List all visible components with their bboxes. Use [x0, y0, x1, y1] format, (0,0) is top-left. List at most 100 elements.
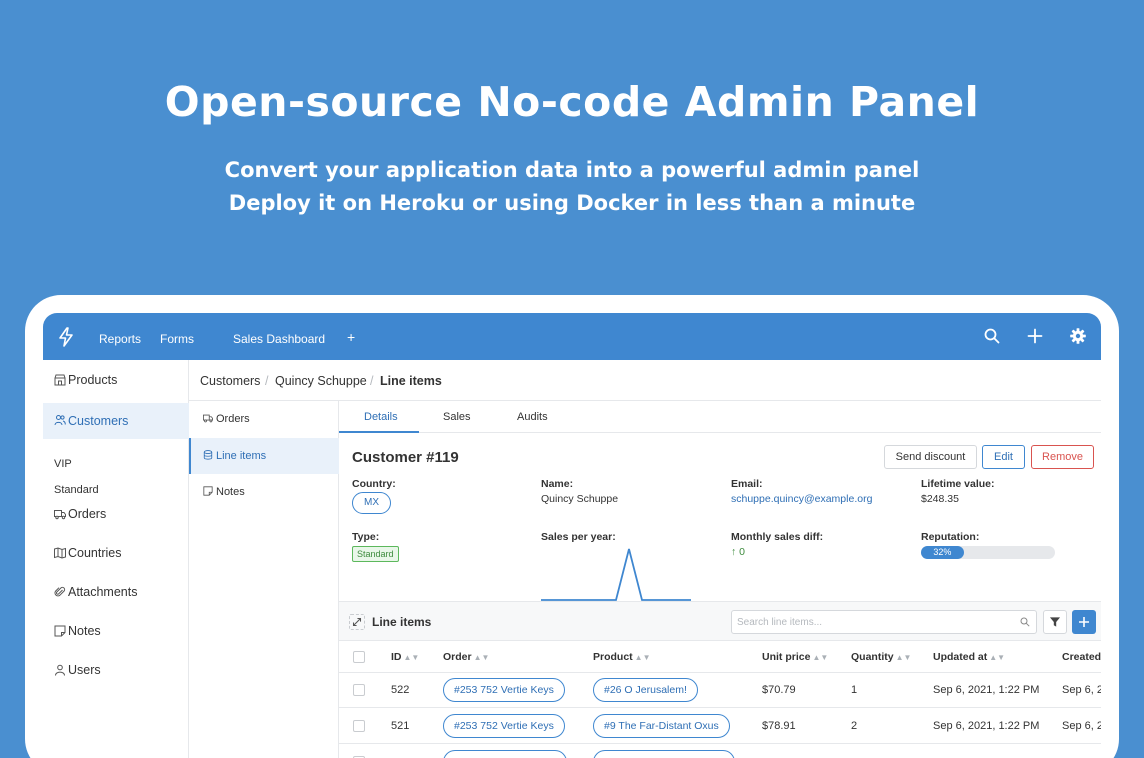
column-header-updated-at[interactable]: Updated at ▲▼ [933, 651, 1005, 663]
breadcrumb-current: Line items [380, 374, 442, 388]
product-link-pill[interactable]: #9 The Far-Distant Oxus [593, 714, 730, 738]
subnav-item-notes[interactable]: Notes [189, 474, 339, 510]
email-label: Email: [731, 478, 763, 490]
sidebar-subitem-standard[interactable]: Standard [54, 484, 99, 496]
customer-subnav: Orders Line items Notes [189, 401, 339, 758]
sales-per-year-label: Sales per year: [541, 531, 616, 543]
order-link-pill[interactable]: #253 752 Vertie Keys [443, 714, 565, 738]
reputation-label: Reputation: [921, 531, 980, 543]
reputation-progress: 32% [921, 546, 1055, 559]
send-discount-button[interactable]: Send discount [884, 445, 977, 469]
subnav-item-label: Orders [216, 413, 250, 425]
email-link[interactable]: schuppe.quincy@example.org [731, 493, 872, 505]
subnav-item-label: Line items [216, 450, 267, 462]
cell-id: 521 [391, 720, 410, 732]
nav-sales-dashboard[interactable]: Sales Dashboard [233, 332, 325, 346]
tab-details[interactable]: Details [364, 411, 398, 423]
note-icon [54, 625, 66, 637]
truck-icon [203, 414, 213, 423]
sidebar-item-orders[interactable]: Orders [43, 498, 189, 530]
monthly-sales-diff-value: ↑ 0 [731, 546, 746, 558]
column-header-product[interactable]: Product ▲▼ [593, 651, 651, 663]
table-row[interactable]: 522 #253 752 Vertie Keys #26 O Jerusalem… [339, 672, 1101, 708]
sidebar-item-customers[interactable]: Customers [43, 403, 189, 439]
note-icon [203, 486, 213, 496]
line-items-search [731, 610, 1037, 634]
breadcrumb-customers[interactable]: Customers [200, 374, 260, 388]
plus-icon[interactable] [1026, 327, 1044, 345]
table-row[interactable]: 521 #253 752 Vertie Keys #9 The Far-Dist… [339, 708, 1101, 744]
subnav-item-line-items[interactable]: Line items [189, 438, 339, 474]
monthly-sales-diff-label: Monthly sales diff: [731, 531, 824, 543]
row-checkbox[interactable] [353, 720, 365, 732]
line-items-toolbar: Line items [339, 601, 1101, 641]
store-icon [54, 374, 66, 386]
filter-button[interactable] [1043, 610, 1067, 634]
line-items-table: ID ▲▼ Order ▲▼ Product ▲▼ Unit price ▲▼ Quan… [339, 641, 1101, 758]
edit-button[interactable]: Edit [982, 445, 1025, 469]
cell-quantity: 1 [851, 684, 858, 696]
sidebar-item-attachments[interactable]: Attachments [43, 576, 189, 608]
cell-unit-price: $78.91 [762, 720, 796, 732]
column-header-id[interactable]: ID ▲▼ [391, 651, 419, 663]
tab-audits[interactable]: Audits [517, 411, 548, 423]
sidebar-item-label: Countries [68, 546, 122, 560]
add-line-item-button[interactable] [1072, 610, 1096, 634]
cell-created: Sep 6, 2 [1062, 684, 1101, 696]
add-dashboard-button[interactable]: + [347, 329, 355, 345]
nav-reports[interactable]: Reports [99, 332, 141, 346]
expand-icon[interactable] [349, 614, 365, 630]
hero-subtitle-line-2: Deploy it on Heroku or using Docker in l… [228, 191, 916, 215]
table-row-partial[interactable] [339, 744, 1101, 758]
product-link-pill[interactable]: #26 O Jerusalem! [593, 678, 698, 702]
map-icon [54, 547, 66, 559]
customer-title: Customer #119 [352, 449, 459, 466]
lifetime-value-label: Lifetime value: [921, 478, 995, 490]
search-input[interactable] [737, 614, 1007, 630]
column-header-created[interactable]: Created [1062, 651, 1101, 663]
sidebar-item-label: Notes [68, 624, 101, 638]
column-header-order[interactable]: Order ▲▼ [443, 651, 489, 663]
order-link-pill-cut-off[interactable] [443, 750, 567, 758]
nav-forms[interactable]: Forms [160, 332, 194, 346]
gear-icon[interactable] [1069, 327, 1087, 345]
search-icon[interactable] [983, 327, 1001, 345]
breadcrumb-customer-name[interactable]: Quincy Schuppe [275, 374, 367, 388]
name-value: Quincy Schuppe [541, 493, 619, 505]
remove-button[interactable]: Remove [1031, 445, 1094, 469]
country-badge[interactable]: MX [352, 492, 391, 514]
tab-sales[interactable]: Sales [443, 411, 471, 423]
subnav-item-orders[interactable]: Orders [189, 401, 339, 437]
sidebar-item-products[interactable]: Products [43, 364, 189, 396]
select-all-checkbox[interactable] [353, 651, 365, 663]
sidebar-subitem-vip[interactable]: VIP [54, 458, 72, 470]
product-link-pill-cut-off[interactable] [593, 750, 735, 758]
cell-updated-at: Sep 6, 2021, 1:22 PM [933, 720, 1040, 732]
cell-id: 522 [391, 684, 410, 696]
type-label: Type: [352, 531, 380, 543]
top-navbar: Reports Forms Sales Dashboard + [43, 313, 1101, 360]
sidebar-item-notes[interactable]: Notes [43, 615, 189, 647]
truck-icon [54, 510, 66, 520]
breadcrumb-separator: / [265, 374, 269, 388]
paperclip-icon [54, 586, 66, 597]
sidebar-item-countries[interactable]: Countries [43, 537, 189, 569]
column-header-quantity[interactable]: Quantity ▲▼ [851, 651, 911, 663]
line-items-title: Line items [372, 615, 432, 629]
row-checkbox[interactable] [353, 684, 365, 696]
sidebar: Products Customers VIP Standard Orders C… [43, 360, 189, 758]
cell-created: Sep 6, 2 [1062, 720, 1101, 732]
cell-unit-price: $70.79 [762, 684, 796, 696]
search-icon[interactable] [1020, 617, 1030, 627]
subnav-item-label: Notes [216, 486, 245, 498]
order-link-pill[interactable]: #253 752 Vertie Keys [443, 678, 565, 702]
column-header-unit-price[interactable]: Unit price ▲▼ [762, 651, 828, 663]
users-icon [54, 415, 66, 426]
cell-quantity: 2 [851, 720, 858, 732]
sidebar-item-users[interactable]: Users [43, 654, 189, 686]
hero-title: Open-source No-code Admin Panel [164, 78, 980, 126]
admin-app-window: Reports Forms Sales Dashboard + Products… [43, 313, 1101, 758]
reputation-progress-fill: 32% [921, 546, 964, 559]
sales-sparkline [541, 548, 691, 601]
lightning-logo-icon[interactable] [57, 327, 75, 347]
